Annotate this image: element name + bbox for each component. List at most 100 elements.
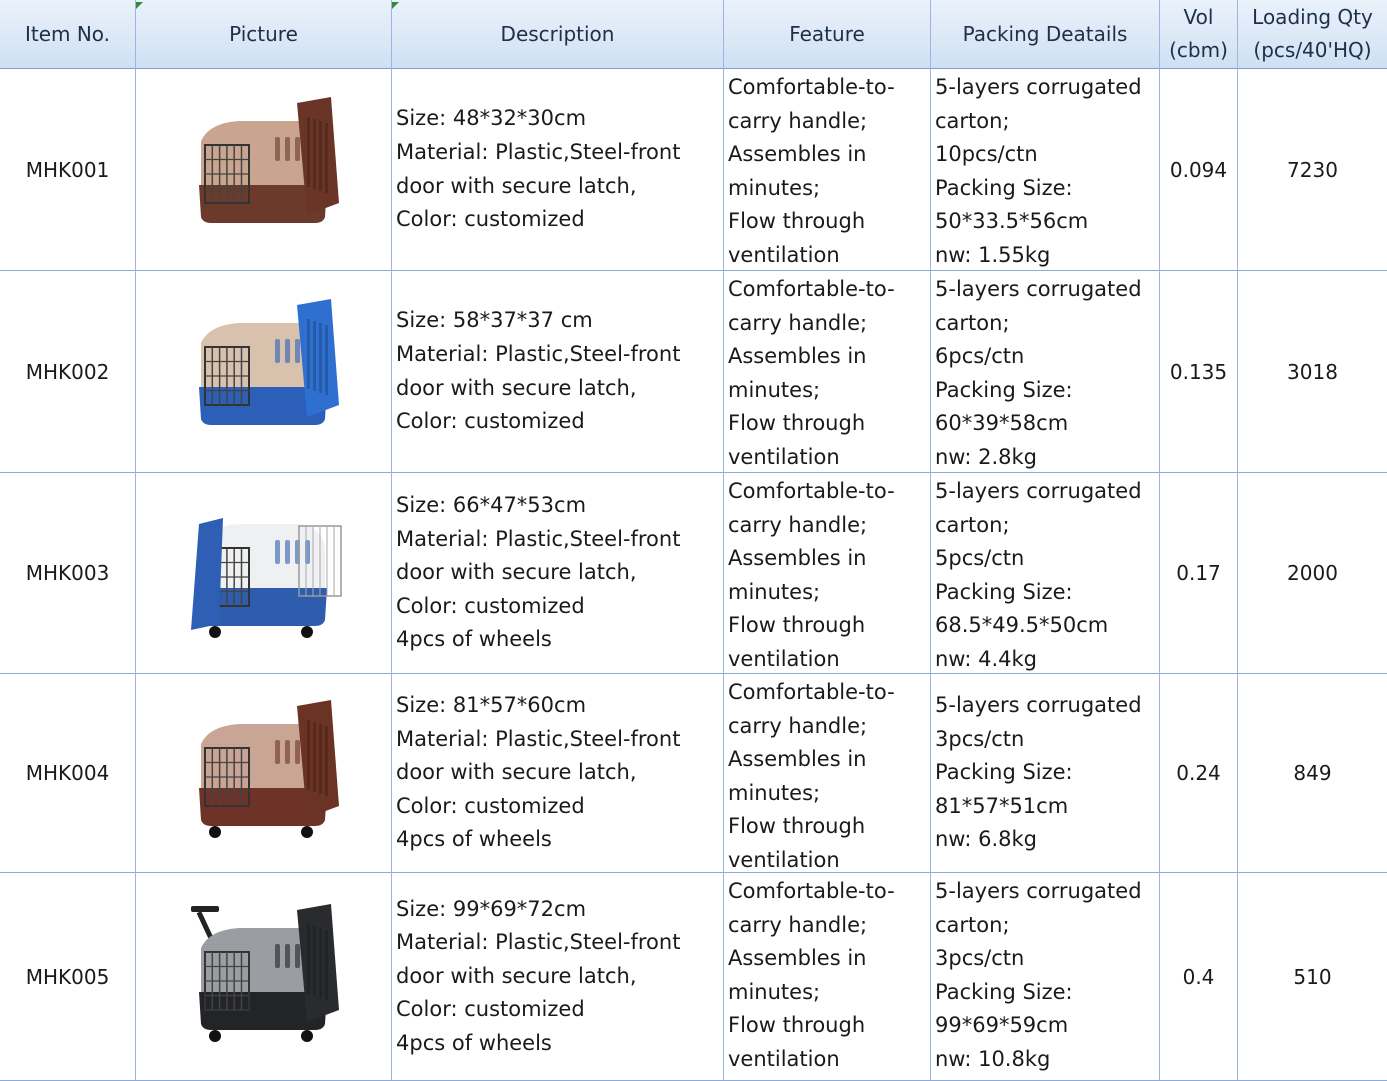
picture-cell	[136, 271, 391, 472]
description-cell-line: Color: customized	[396, 997, 585, 1022]
packing-cell-line: carton;	[935, 512, 1010, 537]
packing-cell-line: carton;	[935, 310, 1010, 335]
feature-cell-line: Comfortable-to-	[728, 277, 895, 301]
packing-cell-line: Packing Size:	[935, 377, 1073, 402]
description-cell-line: Color: customized	[396, 793, 585, 818]
feature-cell-line: minutes;	[728, 780, 821, 805]
pet-carrier-white-blue-icon	[179, 496, 349, 650]
header-qty-line2: (pcs/40'HQ)	[1253, 38, 1372, 62]
header-feature: Feature	[789, 21, 865, 46]
packing-cell-line: 81*57*51cm	[935, 793, 1069, 818]
description-cell-line: 4pcs of wheels	[396, 627, 552, 652]
item-no-cell: MHK002	[25, 359, 110, 384]
picture-cell	[136, 473, 391, 673]
feature-cell: Comfortable-to-carry handle; Assembles in…	[724, 873, 930, 1080]
feature-cell-line: minutes;	[728, 175, 821, 200]
description-cell-line: Size: 81*57*60cm	[396, 693, 587, 718]
table-row: MHK004 Size: 81*57*60cm Material: Plastic,…	[0, 674, 1387, 873]
packing-cell-line: 5pcs/ctn	[935, 546, 1025, 571]
header-qty: Loading Qty (pcs/40'HQ)	[1238, 0, 1387, 68]
packing-cell-line: 3pcs/ctn	[935, 726, 1025, 751]
packing-cell-line: 5-layers corrugated	[935, 879, 1142, 903]
picture-cell	[136, 69, 391, 270]
packing-cell-line: 3pcs/ctn	[935, 946, 1025, 971]
header-packing: Packing Deatails	[962, 21, 1128, 46]
description-cell-line: Size: 66*47*53cm	[396, 493, 587, 518]
description-cell-line: Color: customized	[396, 409, 585, 434]
column-divider	[391, 0, 392, 1080]
feature-cell-line: Assembles in	[728, 142, 867, 167]
description-cell-line: Size: 58*37*37 cm	[396, 308, 593, 333]
feature-cell-line: carry handle;	[728, 108, 868, 133]
feature-cell-line: Flow through	[728, 411, 866, 436]
packing-cell-line: Packing Size:	[935, 979, 1073, 1004]
vol-cell: 0.4	[1182, 964, 1215, 989]
feature-cell-line: ventilation	[728, 444, 840, 469]
packing-cell-line: 60*39*58cm	[935, 411, 1069, 436]
picture-cell	[136, 674, 391, 872]
column-divider	[1237, 0, 1238, 1080]
header-vol: Vol (cbm)	[1160, 0, 1237, 68]
feature-cell-line: ventilation	[728, 1046, 840, 1071]
item-no-cell: MHK004	[25, 761, 110, 785]
feature-cell-line: minutes;	[728, 979, 821, 1004]
feature-cell-line: Comfortable-to-	[728, 75, 895, 99]
description-cell-line: Color: customized	[396, 593, 585, 618]
packing-cell: 5-layers corrugated 3pcs/ctn Packing Size:…	[931, 674, 1159, 872]
vol-cell: 0.094	[1169, 157, 1228, 182]
description-cell-line: Material: Plastic,Steel-front	[396, 930, 681, 955]
column-divider	[930, 0, 931, 1080]
description-cell: Size: 81*57*60cm Material: Plastic,Steel-…	[392, 674, 723, 872]
pet-carrier-black-wheels-icon	[179, 900, 349, 1054]
header-vol-line1: Vol	[1183, 5, 1214, 29]
description-cell-line: Color: customized	[396, 207, 585, 232]
table-row: MHK001 Size: 48*32*30cm Material: Plastic,…	[0, 69, 1387, 271]
feature-cell: Comfortable-to-carry handle; Assembles in…	[724, 473, 930, 673]
loading-qty-cell: 7230	[1287, 157, 1338, 182]
description-cell: Size: 99*69*72cm Material: Plastic,Steel-…	[392, 873, 723, 1080]
description-cell-line: door with secure latch,	[396, 375, 637, 400]
feature-cell-line: ventilation	[728, 646, 840, 671]
feature-cell-line: carry handle;	[728, 512, 868, 537]
description-cell: Size: 66*47*53cm Material: Plastic,Steel-…	[392, 473, 723, 673]
packing-cell: 5-layers corrugated carton; 10pcs/ctn Packi…	[931, 69, 1159, 270]
packing-cell-line: 5-layers corrugated	[935, 277, 1142, 301]
feature-cell-line: Flow through	[728, 613, 866, 638]
description-cell-line: Material: Plastic,Steel-front	[396, 139, 681, 164]
description-cell-line: Material: Plastic,Steel-front	[396, 726, 681, 751]
packing-cell-line: nw: 10.8kg	[935, 1046, 1051, 1071]
feature-cell-line: Assembles in	[728, 344, 867, 369]
header-item-no: Item No.	[24, 21, 111, 46]
packing-cell: 5-layers corrugated carton; 3pcs/ctn Packin…	[931, 873, 1159, 1080]
feature-cell-line: Assembles in	[728, 946, 867, 971]
column-divider	[1159, 0, 1160, 1080]
packing-cell-line: nw: 6.8kg	[935, 827, 1037, 852]
packing-cell-line: 5-layers corrugated	[935, 693, 1142, 718]
packing-cell: 5-layers corrugated carton; 6pcs/ctn Packin…	[931, 271, 1159, 472]
header-picture: Picture	[229, 21, 298, 46]
vol-cell: 0.135	[1169, 359, 1228, 384]
loading-qty-cell: 2000	[1287, 561, 1338, 585]
feature-cell-line: Comfortable-to-	[728, 879, 895, 903]
table-row: MHK003 Size: 66*47*53cm Material: Plastic,…	[0, 473, 1387, 674]
packing-cell-line: Packing Size:	[935, 760, 1073, 785]
feature-cell: Comfortable-to-carry handle; Assembles in…	[724, 674, 930, 872]
loading-qty-cell: 510	[1293, 964, 1332, 989]
spec-table: Item No. Picture Description Feature Pac…	[0, 0, 1387, 1081]
item-no-cell: MHK005	[25, 964, 110, 989]
description-cell-line: door with secure latch,	[396, 560, 637, 585]
description-cell-line: door with secure latch,	[396, 760, 637, 785]
feature-cell-line: Flow through	[728, 209, 866, 234]
description-cell-line: Material: Plastic,Steel-front	[396, 526, 681, 551]
packing-cell-line: 5-layers corrugated	[935, 479, 1142, 503]
feature-cell-line: Comfortable-to-	[728, 479, 895, 503]
header-vol-line2: (cbm)	[1169, 38, 1228, 62]
description-cell: Size: 48*32*30cm Material: Plastic,Steel-…	[392, 69, 723, 270]
packing-cell-line: Packing Size:	[935, 579, 1073, 604]
description-cell-line: Size: 99*69*72cm	[396, 896, 587, 921]
feature-cell-line: Assembles in	[728, 546, 867, 571]
feature-cell: Comfortable-to-carry handle; Assembles in…	[724, 271, 930, 472]
description-cell-line: Size: 48*32*30cm	[396, 106, 587, 131]
description-cell-line: Material: Plastic,Steel-front	[396, 341, 681, 366]
feature-cell-line: minutes;	[728, 579, 821, 604]
